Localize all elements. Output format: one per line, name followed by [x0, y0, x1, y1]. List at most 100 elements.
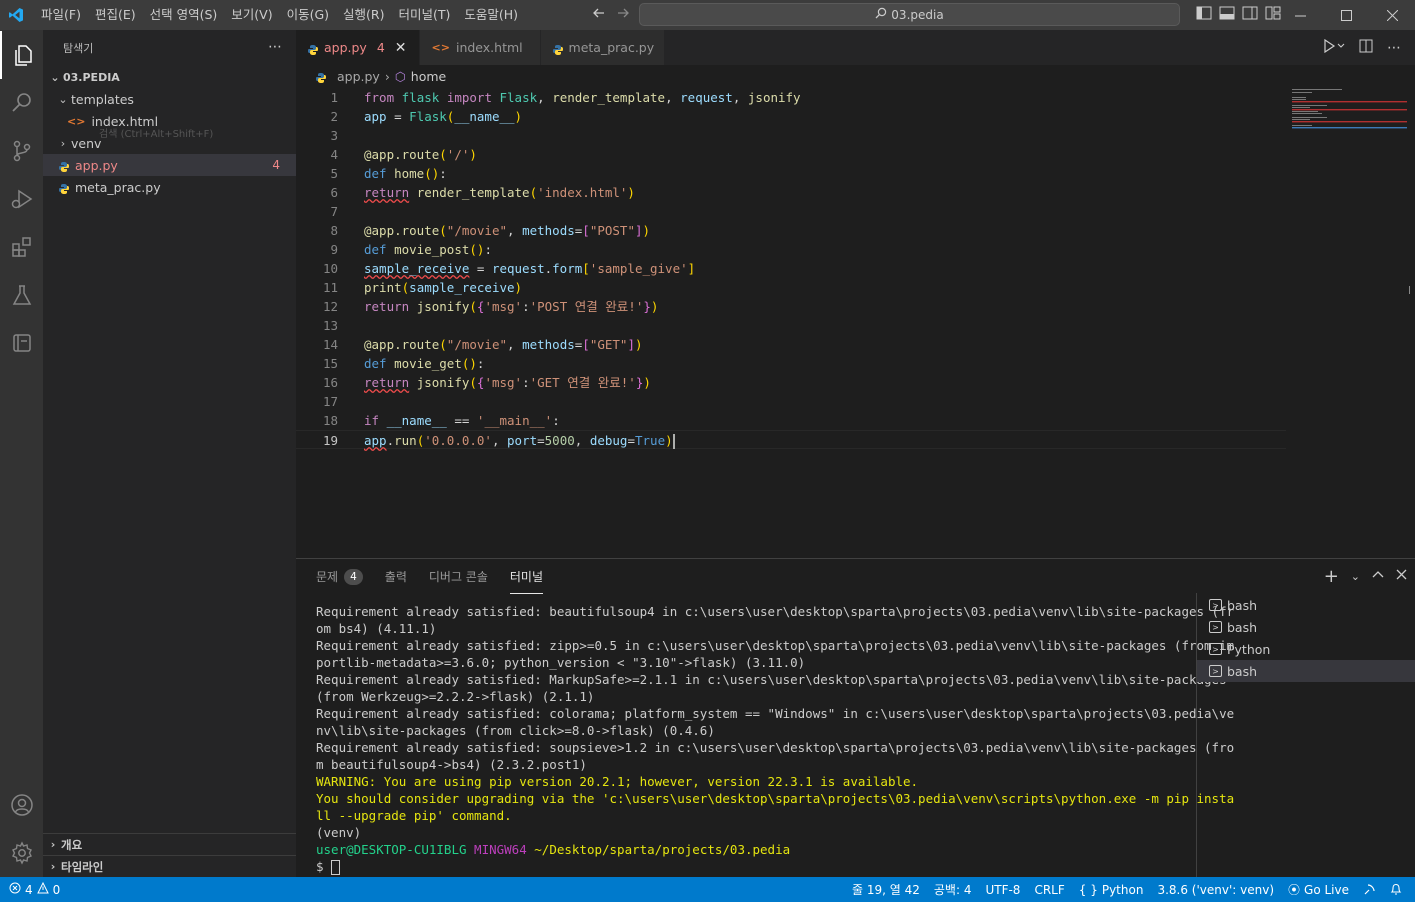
more-actions-icon[interactable]: ⋯	[1387, 40, 1401, 56]
code-line: 16 return jsonify({'msg':'GET 연결 완료!'})	[296, 373, 1286, 392]
menu-go[interactable]: 이동(G)	[280, 0, 336, 30]
minimap[interactable]	[1292, 87, 1407, 147]
cursor-position[interactable]: 줄 19, 열 42	[845, 881, 927, 898]
tab-problems[interactable]: 문제 4	[316, 559, 363, 594]
html-file-icon: <>	[431, 41, 450, 54]
source-control-icon[interactable]	[0, 127, 43, 175]
tab-debug-console[interactable]: 디버그 콘솔	[429, 559, 488, 594]
chevron-down-icon[interactable]: ⌄	[1351, 570, 1360, 583]
scrollbar-marker[interactable]	[1409, 286, 1415, 294]
account-icon[interactable]	[0, 781, 43, 829]
maximize-icon[interactable]	[1323, 0, 1369, 30]
close-window-icon[interactable]	[1369, 0, 1415, 30]
run-debug-icon[interactable]	[0, 175, 43, 223]
menu-selection[interactable]: 선택 영역(S)	[143, 0, 225, 30]
remote-explorer-icon[interactable]	[0, 319, 43, 367]
tab-problem-count: 4	[376, 40, 385, 55]
toggle-secondary-sidebar-icon[interactable]	[1242, 6, 1258, 24]
settings-gear-icon[interactable]	[0, 829, 43, 877]
folder-root-label: 03.PEDIA	[63, 70, 120, 84]
terminal-item-python[interactable]: > Python	[1197, 638, 1415, 660]
terminal-item-bash[interactable]: > bash	[1197, 594, 1415, 616]
menu-terminal[interactable]: 터미널(T)	[392, 0, 458, 30]
problems-status[interactable]: 4 0	[0, 881, 67, 897]
menu-file[interactable]: 파일(F)	[34, 0, 88, 30]
menu-help[interactable]: 도움말(H)	[457, 0, 525, 30]
tab-label: app.py	[324, 40, 367, 55]
split-editor-icon[interactable]	[1359, 39, 1373, 57]
terminal-input-line: $	[316, 858, 1176, 875]
tree-item-label: meta_prac.py	[75, 179, 161, 195]
minimize-icon[interactable]	[1277, 0, 1323, 30]
tree-item-templates[interactable]: ⌄ templates	[43, 88, 296, 110]
tab-output[interactable]: 출력	[385, 559, 407, 594]
terminal-item-bash[interactable]: > bash	[1197, 616, 1415, 638]
vscode-logo-icon	[2, 0, 30, 30]
command-center-search[interactable]: 03.pedia	[639, 3, 1180, 26]
terminal-line: nv\lib\site-packages (from click>=8.0->f…	[316, 723, 715, 738]
forward-arrow-icon[interactable]	[616, 6, 630, 24]
go-live-button[interactable]: ⦿ Go Live	[1281, 881, 1356, 898]
tree-item-app-py[interactable]: app.py 4	[43, 154, 296, 176]
encoding[interactable]: UTF-8	[978, 883, 1027, 897]
close-panel-icon[interactable]	[1396, 569, 1407, 584]
feedback-icon[interactable]	[1356, 883, 1383, 896]
menu-view[interactable]: 보기(V)	[224, 0, 279, 30]
tab-terminal[interactable]: 터미널	[509, 559, 544, 594]
terminal-output[interactable]: Requirement already satisfied: beautiful…	[316, 603, 1235, 875]
error-count: 4	[25, 882, 33, 897]
code-editor[interactable]: 1 from flask import Flask, render_templat…	[296, 87, 1415, 558]
bottom-panel: 문제 4 출력 디버그 콘솔 터미널 + ⌄ Requirement alread…	[296, 558, 1415, 878]
toggle-sidebar-icon[interactable]	[1196, 6, 1212, 24]
tab-index-html[interactable]: <> index.html	[419, 30, 541, 65]
go-live-label: Go Live	[1304, 882, 1349, 897]
breadcrumb-file[interactable]: app.py	[337, 69, 380, 84]
maximize-panel-icon[interactable]	[1372, 569, 1384, 585]
language-mode[interactable]: { } Python	[1072, 883, 1151, 897]
tree-item-index-html[interactable]: <> index.html	[43, 110, 296, 132]
line-number: 4	[330, 147, 338, 162]
terminal-line: Requirement already satisfied: colorama;…	[316, 706, 1235, 721]
explorer-icon[interactable]	[0, 31, 43, 79]
line-number: 2	[330, 109, 338, 124]
extensions-icon[interactable]	[0, 223, 43, 271]
menu-bar: 파일(F) 편집(E) 선택 영역(S) 보기(V) 이동(G) 실행(R) 터…	[34, 0, 525, 30]
tree-item-venv[interactable]: › venv	[43, 132, 296, 154]
chevron-down-icon: ⌄	[58, 92, 68, 106]
warning-icon	[36, 881, 49, 897]
error-icon	[9, 882, 21, 897]
html-file-icon: <>	[67, 114, 86, 128]
outline-section[interactable]: › 개요	[43, 833, 296, 855]
code-line: 10 sample_receive = request.form['sample_…	[296, 259, 1286, 278]
back-arrow-icon[interactable]	[592, 6, 606, 24]
menu-run[interactable]: 실행(R)	[336, 0, 391, 30]
tab-meta-prac-py[interactable]: meta_prac.py	[540, 30, 665, 65]
notifications-bell-icon[interactable]	[1383, 883, 1409, 896]
python-file-icon	[308, 43, 318, 55]
menu-edit[interactable]: 편집(E)	[88, 0, 143, 30]
code-line: 5 def home():	[296, 164, 1286, 183]
line-number: 7	[330, 204, 338, 219]
more-actions-icon[interactable]: ⋯	[268, 39, 282, 55]
new-terminal-icon[interactable]: +	[1324, 566, 1339, 587]
tab-app-py[interactable]: app.py 4 ✕	[296, 30, 420, 65]
line-number: 11	[322, 280, 338, 295]
breadcrumb-symbol[interactable]: home	[411, 69, 446, 84]
testing-flask-icon[interactable]	[0, 271, 43, 319]
timeline-section[interactable]: › 타임라인	[43, 855, 296, 877]
terminal-icon: >	[1209, 643, 1222, 655]
python-interpreter[interactable]: 3.8.6 ('venv': venv)	[1150, 883, 1281, 897]
chevron-right-icon: ›	[50, 838, 56, 851]
run-python-file-icon[interactable]	[1323, 38, 1345, 57]
end-of-line[interactable]: CRLF	[1027, 883, 1071, 897]
indentation[interactable]: 공백: 4	[927, 881, 979, 898]
tab-label: 문제	[316, 570, 339, 584]
close-tab-icon[interactable]: ✕	[395, 40, 407, 56]
terminal-item-bash-active[interactable]: > bash	[1197, 660, 1415, 682]
folder-root[interactable]: ⌄ 03.PEDIA	[43, 66, 296, 88]
code-line: 1 from flask import Flask, render_templat…	[296, 88, 1286, 107]
toggle-panel-icon[interactable]	[1219, 6, 1235, 24]
terminal-icon: >	[1209, 621, 1222, 633]
tree-item-meta-prac-py[interactable]: meta_prac.py	[43, 176, 296, 198]
search-view-icon[interactable]	[0, 79, 43, 127]
